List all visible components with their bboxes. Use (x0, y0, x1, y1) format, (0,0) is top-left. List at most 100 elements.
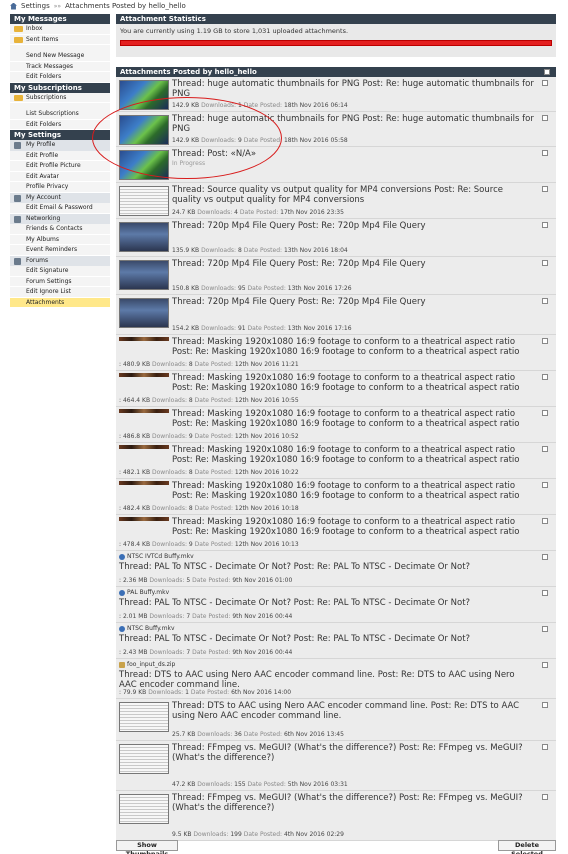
delete-selected-button[interactable]: Delete Selected (498, 840, 556, 854)
attachment-select-checkbox[interactable] (542, 744, 548, 750)
attachment-title-link[interactable]: Thread: huge automatic thumbnails for PN… (172, 114, 534, 134)
attachment-title-link[interactable]: Thread: PAL To NTSC - Decimate Or Not? P… (119, 598, 534, 608)
attachment-title-link[interactable]: Thread: Masking 1920x1080 16:9 footage t… (172, 481, 534, 501)
attachment-thumbnail[interactable] (119, 481, 169, 485)
attachment-select-checkbox[interactable] (542, 80, 548, 86)
attachment-thumbnail[interactable] (119, 115, 169, 145)
attachment-file-link[interactable]: foo_input_ds.zip (119, 661, 175, 668)
sidebar-item-friends-contacts[interactable]: Friends & Contacts (10, 224, 110, 235)
attachment-title-link[interactable]: Thread: DTS to AAC using Nero AAC encode… (119, 670, 534, 690)
attachment-title-link[interactable]: Thread: PAL To NTSC - Decimate Or Not? P… (119, 634, 534, 644)
sidebar-item-edit-email-password[interactable]: Edit Email & Password (10, 203, 110, 214)
attachment-select-checkbox[interactable] (542, 554, 548, 560)
sidebar-item-edit-folders[interactable]: Edit Folders (10, 72, 110, 83)
attachment-thumbnail[interactable] (119, 260, 169, 290)
attachment-select-checkbox[interactable] (542, 298, 548, 304)
attachment-thumbnail[interactable] (119, 298, 169, 328)
sidebar-item-event-reminders[interactable]: Event Reminders (10, 245, 110, 256)
show-thumbnails-button[interactable]: Show Thumbnails (116, 840, 178, 854)
attachment-select-checkbox[interactable] (542, 410, 548, 416)
attachment-select-checkbox[interactable] (542, 702, 548, 708)
attachment-thumbnail[interactable] (119, 517, 169, 521)
breadcrumb-root[interactable]: Settings (21, 2, 50, 10)
attachment-select-checkbox[interactable] (542, 150, 548, 156)
downloads-label: Downloads: (201, 325, 237, 332)
sidebar-item-my-albums[interactable]: My Albums (10, 234, 110, 245)
attachment-title-link[interactable]: Thread: Masking 1920x1080 16:9 footage t… (172, 373, 534, 393)
downloads-label: Downloads: (201, 247, 237, 254)
sidebar-item-send-new-message[interactable]: Send New Message (10, 51, 110, 62)
attachment-title-link[interactable]: Thread: huge automatic thumbnails for PN… (172, 79, 534, 99)
attachment-select-checkbox[interactable] (542, 374, 548, 380)
sidebar-item-edit-signature[interactable]: Edit Signature (10, 266, 110, 277)
attachment-select-checkbox[interactable] (542, 222, 548, 228)
attachment-title-link[interactable]: Thread: Source quality vs output quality… (172, 185, 534, 205)
attachment-select-checkbox[interactable] (542, 626, 548, 632)
attachment-row: Thread: DTS to AAC using Nero AAC encode… (116, 699, 556, 741)
date-posted: 9th Nov 2016 00:44 (232, 613, 293, 620)
attachment-title-link[interactable]: Thread: FFmpeg vs. MeGUI? (What's the di… (172, 793, 534, 813)
attachment-thumbnail[interactable] (119, 222, 169, 252)
attachment-thumbnail[interactable] (119, 337, 169, 341)
attachment-select-checkbox[interactable] (542, 338, 548, 344)
attachment-thumbnail[interactable] (119, 744, 169, 774)
sidebar-item-forum-settings[interactable]: Forum Settings (10, 276, 110, 287)
video-file-icon (119, 589, 125, 596)
sidebar-item-edit-folders-subs[interactable]: Edit Folders (10, 119, 110, 130)
date-label: Date Posted: (243, 137, 283, 144)
attachment-select-checkbox[interactable] (542, 115, 548, 121)
sidebar-item-edit-profile[interactable]: Edit Profile (10, 150, 110, 161)
attachment-title-link[interactable]: Thread: 720p Mp4 File Query Post: Re: 72… (172, 221, 534, 231)
attachment-thumbnail[interactable] (119, 702, 169, 732)
attachment-thumbnail[interactable] (119, 80, 169, 110)
sidebar-item-profile-privacy[interactable]: Profile Privacy (10, 182, 110, 193)
sidebar-item-track-messages[interactable]: Track Messages (10, 61, 110, 72)
home-icon[interactable] (10, 2, 17, 10)
attachment-select-checkbox[interactable] (542, 662, 548, 668)
attachment-size: 464.4 KB (122, 397, 151, 404)
attachment-select-checkbox[interactable] (542, 590, 548, 596)
video-file-icon (119, 625, 125, 632)
date-posted: 12th Nov 2016 10:55 (234, 397, 299, 404)
attachment-select-checkbox[interactable] (542, 186, 548, 192)
sidebar-item-edit-avatar[interactable]: Edit Avatar (10, 171, 110, 182)
attachment-title-link[interactable]: Thread: Masking 1920x1080 16:9 footage t… (172, 517, 534, 537)
attachment-title-link[interactable]: Thread: Post: «N/A» (172, 149, 534, 159)
attachment-thumbnail[interactable] (119, 150, 169, 180)
sidebar-item-sent-items[interactable]: Sent Items (10, 34, 110, 45)
attachment-title-link[interactable]: Thread: Masking 1920x1080 16:9 footage t… (172, 337, 534, 357)
sidebar-item-subscriptions[interactable]: Subscriptions (10, 92, 110, 103)
attachment-select-checkbox[interactable] (542, 482, 548, 488)
attachment-title-link[interactable]: Thread: 720p Mp4 File Query Post: Re: 72… (172, 259, 534, 269)
downloads-label: Downloads: (201, 285, 237, 292)
sidebar-item-attachments[interactable]: Attachments (10, 297, 110, 308)
attachment-thumbnail[interactable] (119, 794, 169, 824)
attachment-file-link[interactable]: NTSC Buffy.mkv (119, 625, 175, 632)
sidebar-item-edit-profile-picture[interactable]: Edit Profile Picture (10, 161, 110, 172)
attachment-title-link[interactable]: Thread: DTS to AAC using Nero AAC encode… (172, 701, 534, 721)
attachment-select-checkbox[interactable] (542, 518, 548, 524)
attachment-thumbnail[interactable] (119, 445, 169, 449)
attachment-title-link[interactable]: Thread: FFmpeg vs. MeGUI? (What's the di… (172, 743, 534, 763)
downloads-count: 4 (234, 209, 238, 216)
attachment-thumbnail[interactable] (119, 373, 169, 377)
sidebar-item-edit-ignore-list[interactable]: Edit Ignore List (10, 287, 110, 298)
attachment-thumbnail[interactable] (119, 409, 169, 413)
select-all-checkbox[interactable] (544, 69, 550, 75)
sidebar-item-inbox[interactable]: Inbox (10, 24, 110, 35)
attachment-select-checkbox[interactable] (542, 446, 548, 452)
attachment-file-link[interactable]: PAL Buffy.mkv (119, 589, 169, 596)
attachment-row: Thread: 720p Mp4 File Query Post: Re: 72… (116, 219, 556, 257)
downloads-count: 95 (237, 285, 246, 292)
sidebar-item-list-subscriptions[interactable]: List Subscriptions (10, 109, 110, 120)
attachment-title-link[interactable]: Thread: 720p Mp4 File Query Post: Re: 72… (172, 297, 534, 307)
attachment-title-link[interactable]: Thread: Masking 1920x1080 16:9 footage t… (172, 445, 534, 465)
attachment-file-link[interactable]: NTSC IVTCd Buffy.mkv (119, 553, 194, 560)
attachment-meta: : 2.01 MB Downloads: 7 Date Posted: 9th … (119, 613, 293, 620)
attachment-select-checkbox[interactable] (542, 260, 548, 266)
attachment-title-link[interactable]: Thread: Masking 1920x1080 16:9 footage t… (172, 409, 534, 429)
sidebar: My Messages Inbox Sent Items Send New Me… (10, 14, 110, 308)
attachment-title-link[interactable]: Thread: PAL To NTSC - Decimate Or Not? P… (119, 562, 534, 572)
attachment-thumbnail[interactable] (119, 186, 169, 216)
attachment-select-checkbox[interactable] (542, 794, 548, 800)
